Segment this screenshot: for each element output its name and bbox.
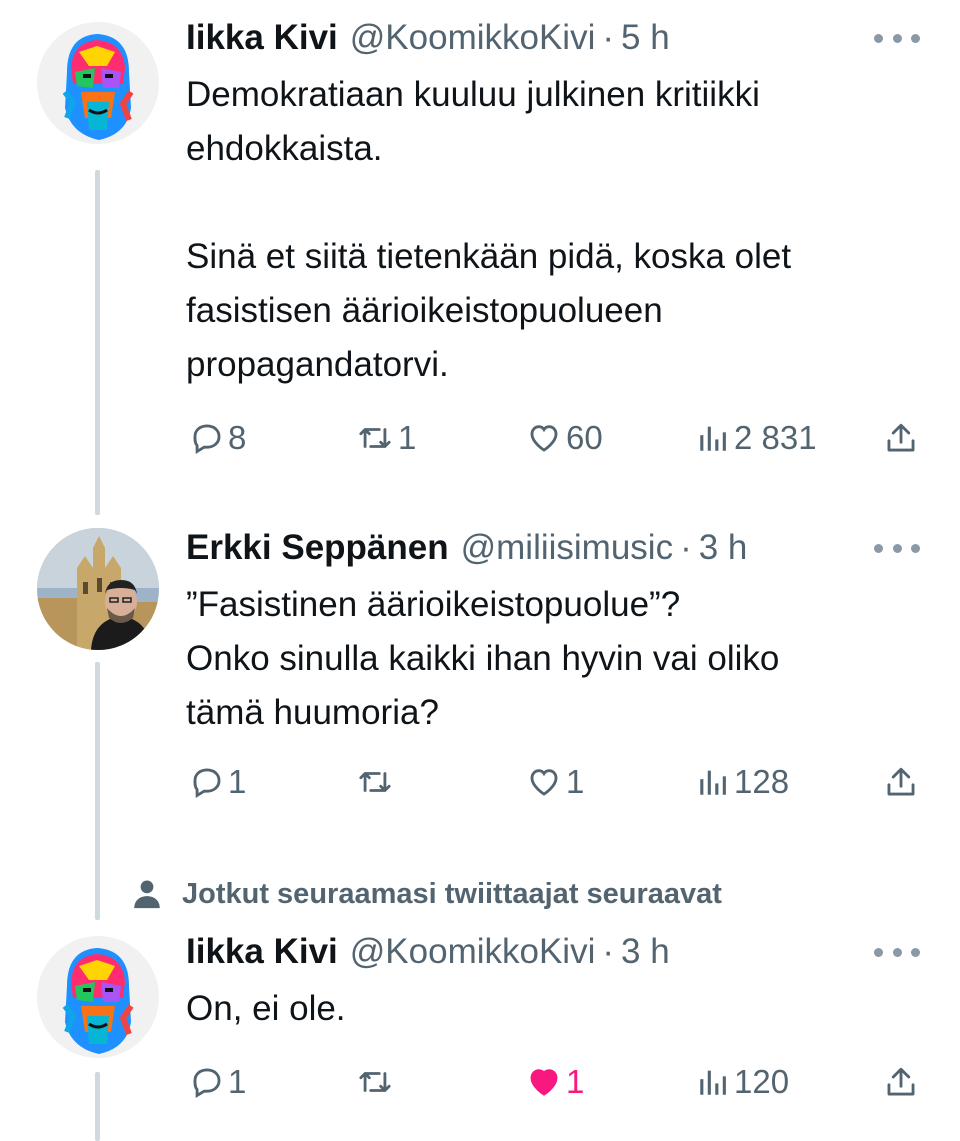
share-icon: [887, 767, 915, 796]
views-button[interactable]: 2 831: [696, 418, 817, 458]
share-icon: [887, 423, 915, 452]
more-icon[interactable]: [874, 32, 920, 44]
reply-count: 1: [228, 1063, 247, 1100]
views-button[interactable]: 120: [696, 1062, 789, 1102]
avatar[interactable]: [37, 528, 159, 650]
views-icon: [700, 770, 726, 795]
retweet-icon: [359, 428, 391, 448]
tweet-header: Iikka Kivi @KoomikkoKivi · 5 h: [186, 14, 670, 62]
author-name[interactable]: Iikka Kivi: [186, 928, 338, 976]
timestamp[interactable]: 3 h: [621, 928, 670, 976]
share-button[interactable]: [884, 418, 918, 458]
like-icon: [530, 1069, 558, 1096]
author-handle[interactable]: @KoomikkoKivi: [350, 14, 596, 62]
views-icon: [700, 426, 726, 451]
reply-icon: [193, 424, 221, 454]
timestamp[interactable]: 5 h: [621, 14, 670, 62]
reply-icon: [193, 768, 221, 798]
avatar[interactable]: [37, 936, 159, 1058]
like-button[interactable]: 1: [526, 762, 584, 802]
retweet-button[interactable]: [356, 762, 398, 802]
views-icon: [700, 1070, 726, 1095]
separator: ·: [680, 528, 692, 567]
retweet-button[interactable]: 1: [356, 418, 416, 458]
reply-button[interactable]: 1: [190, 762, 246, 802]
retweet-icon: [359, 1072, 391, 1092]
share-icon: [887, 1067, 915, 1096]
tweet-header: Erkki Seppänen @miliisimusic · 3 h: [186, 524, 747, 572]
views-button[interactable]: 128: [696, 762, 789, 802]
like-button[interactable]: 1: [526, 1062, 584, 1102]
tweet-text: ”Fasistinen äärioikeistopuolue”? Onko si…: [186, 585, 780, 732]
tweet[interactable]: Erkki Seppänen @miliisimusic · 3 h ”Fasi…: [0, 524, 960, 824]
tweet-text: On, ei ole.: [186, 989, 346, 1028]
reply-button[interactable]: 1: [190, 1062, 246, 1102]
reply-icon: [193, 1068, 221, 1098]
tweet-actions: 8 1 60 2 831: [186, 418, 926, 458]
avatar[interactable]: [37, 22, 159, 144]
reply-count: 1: [228, 763, 247, 800]
views-count: 128: [734, 763, 790, 800]
tweet-actions: 1 1 120: [186, 1062, 926, 1102]
author-name[interactable]: Iikka Kivi: [186, 14, 338, 62]
social-context[interactable]: Jotkut seuraamasi twiittaajat seuraavat: [130, 872, 722, 916]
tweet[interactable]: Iikka Kivi @KoomikkoKivi · 5 h Demokrati…: [0, 14, 960, 484]
author-handle[interactable]: @KoomikkoKivi: [350, 928, 596, 976]
more-icon[interactable]: [874, 542, 920, 554]
like-count: 1: [566, 763, 585, 800]
social-context-text: Jotkut seuraamasi twiittaajat seuraavat: [182, 877, 722, 910]
retweet-count: 1: [398, 419, 417, 456]
author-name[interactable]: Erkki Seppänen: [186, 524, 449, 572]
reply-count: 8: [228, 419, 247, 456]
tweet-text: Demokratiaan kuuluu julkinen kritiikki e…: [186, 75, 792, 384]
tweet[interactable]: Iikka Kivi @KoomikkoKivi · 3 h On, ei ol…: [0, 928, 960, 1141]
like-icon: [530, 425, 558, 452]
share-button[interactable]: [884, 1062, 918, 1102]
timestamp[interactable]: 3 h: [699, 524, 748, 572]
like-icon: [530, 769, 558, 796]
tweet-header: Iikka Kivi @KoomikkoKivi · 3 h: [186, 928, 670, 976]
share-button[interactable]: [884, 762, 918, 802]
views-count: 120: [734, 1063, 790, 1100]
author-handle[interactable]: @miliisimusic: [461, 524, 673, 572]
like-count: 60: [566, 419, 603, 456]
tweet-actions: 1 1 128: [186, 762, 926, 802]
retweet-button[interactable]: [356, 1062, 398, 1102]
like-button[interactable]: 60: [526, 418, 603, 458]
like-count: 1: [566, 1063, 585, 1100]
reply-button[interactable]: 8: [190, 418, 246, 458]
retweet-icon: [359, 772, 391, 792]
separator: ·: [602, 18, 615, 57]
person-icon: [134, 880, 160, 909]
separator: ·: [602, 932, 615, 971]
views-count: 2 831: [734, 419, 817, 456]
more-icon[interactable]: [874, 946, 920, 958]
